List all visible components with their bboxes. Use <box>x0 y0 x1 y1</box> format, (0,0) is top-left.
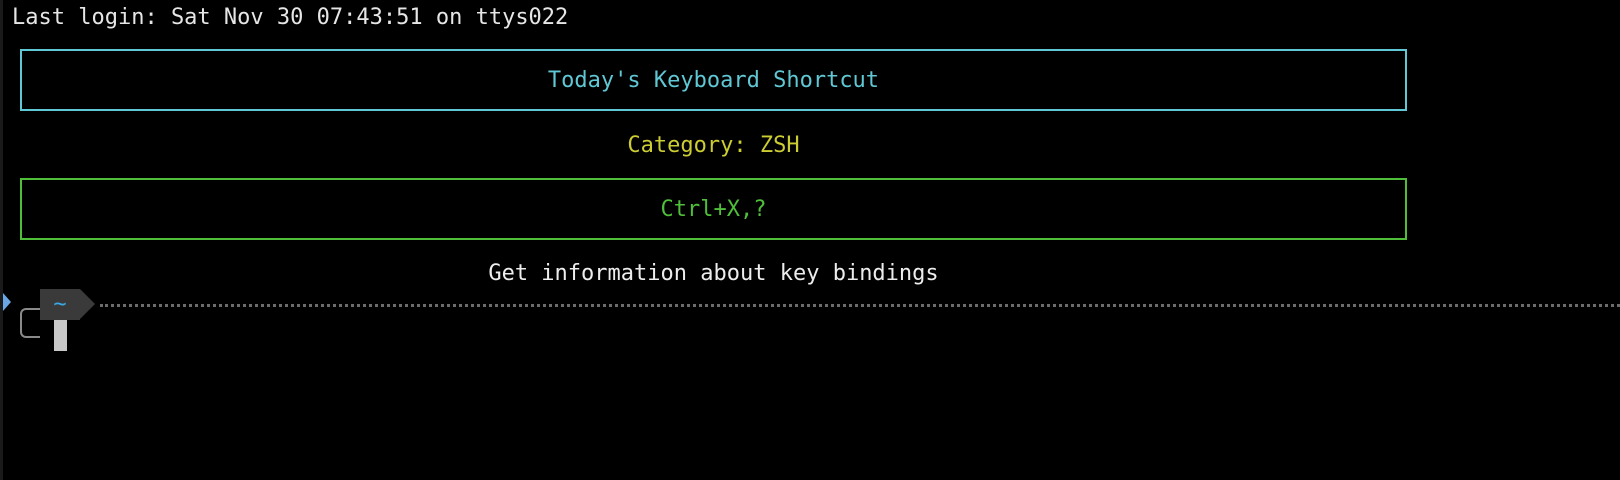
terminal-cursor[interactable] <box>54 320 67 351</box>
powerline-arrow-icon <box>80 289 95 319</box>
prompt-marker-icon <box>3 293 11 311</box>
prompt-bracket <box>20 308 40 338</box>
prompt-path-segment: ~ <box>40 289 80 320</box>
last-login-line: Last login: Sat Nov 30 07:43:51 on ttys0… <box>12 5 569 30</box>
shortcut-title: Today's Keyboard Shortcut <box>547 67 880 93</box>
prompt-filler-dots <box>100 304 1620 307</box>
shortcut-keys: Ctrl+X,? <box>660 196 767 222</box>
shortcut-category: Category: ZSH <box>627 133 800 158</box>
window-left-edge <box>0 0 3 480</box>
prompt-path: ~ <box>53 292 67 317</box>
shortcut-title-box: Today's Keyboard Shortcut <box>20 49 1407 111</box>
shortcut-description: Get information about key bindings <box>488 261 939 286</box>
shortcut-keys-box: Ctrl+X,? <box>20 178 1407 240</box>
